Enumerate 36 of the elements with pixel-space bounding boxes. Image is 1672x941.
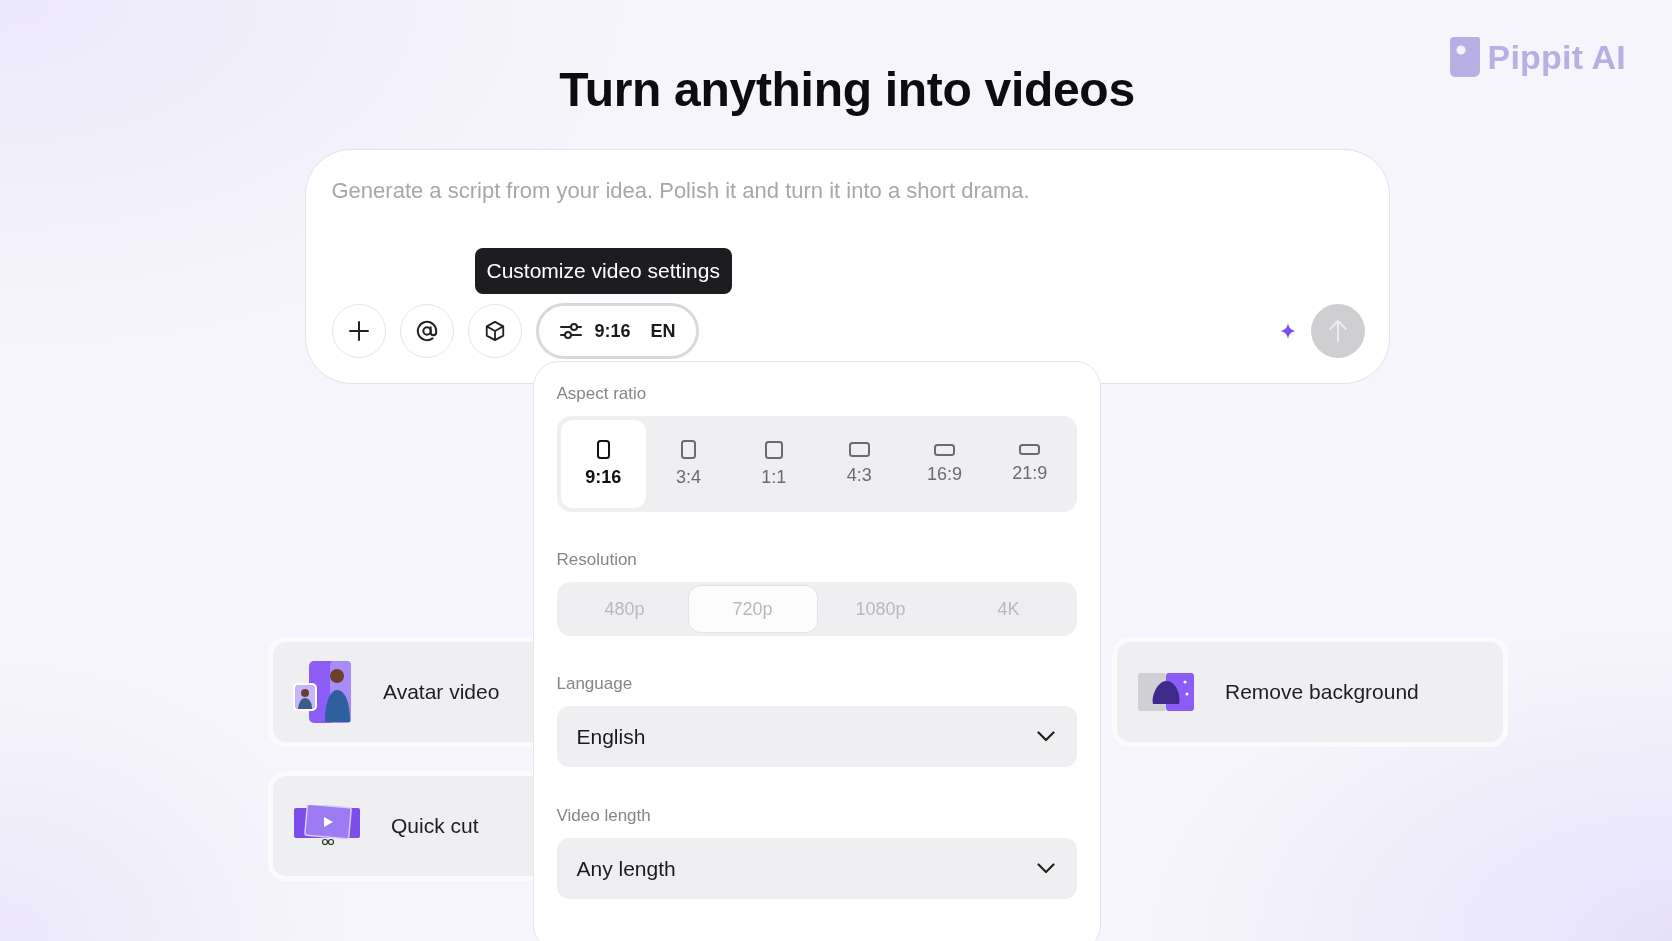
cube-icon — [483, 320, 506, 342]
logo-icon — [1449, 37, 1480, 77]
chevron-down-icon — [1036, 863, 1055, 874]
section-label: Resolution — [556, 550, 638, 570]
aspect-ratio-option[interactable]: 4:3 — [816, 420, 902, 508]
aspect-ratio-icon — [596, 440, 610, 459]
plus-icon — [347, 320, 370, 342]
aspect-ratio-option[interactable]: 3:4 — [645, 420, 732, 508]
section-label: Aspect ratio — [556, 384, 648, 404]
mention-button[interactable] — [399, 304, 454, 358]
add-button[interactable] — [331, 304, 386, 358]
aspect-ratio-icon — [681, 440, 696, 459]
arrow-up-icon — [1326, 319, 1349, 343]
prompt-input[interactable]: Generate a script from your idea. Polish it and turn it into a short drama. — [331, 178, 1365, 208]
aspect-ratio-option[interactable]: 16:9 — [901, 420, 988, 508]
feature-card[interactable]: Remove background — [1112, 637, 1508, 747]
aspect-ratio-option[interactable]: 1:1 — [731, 420, 817, 508]
tooltip: Customize video settings — [474, 248, 732, 294]
chevron-down-icon — [1036, 731, 1055, 742]
avatar-video-drawing — [293, 660, 353, 724]
quick-cut-drawing — [293, 805, 361, 847]
aspect-ratio-icon — [764, 440, 783, 459]
video-length-dropdown[interactable]: Any length — [556, 838, 1077, 899]
aspect-ratio-icon — [1019, 444, 1041, 455]
video-settings-button[interactable]: 9:16 EN — [535, 303, 699, 359]
aspect-ratio-icon — [848, 442, 870, 457]
at-sign-icon — [415, 320, 438, 342]
sliders-icon — [558, 321, 583, 341]
aspect-ratio-icon — [933, 443, 955, 456]
language-dropdown[interactable]: English — [556, 706, 1077, 767]
aspect-ratio-option[interactable]: 21:9 — [987, 420, 1073, 508]
page-title: Turn anything into videos — [559, 62, 1135, 117]
remove-background-drawing — [1137, 672, 1195, 712]
aspect-ratio-option[interactable]: 9:16 — [560, 420, 646, 508]
logo-text: Pippit AI — [1487, 37, 1626, 77]
cube-button[interactable] — [467, 304, 522, 358]
